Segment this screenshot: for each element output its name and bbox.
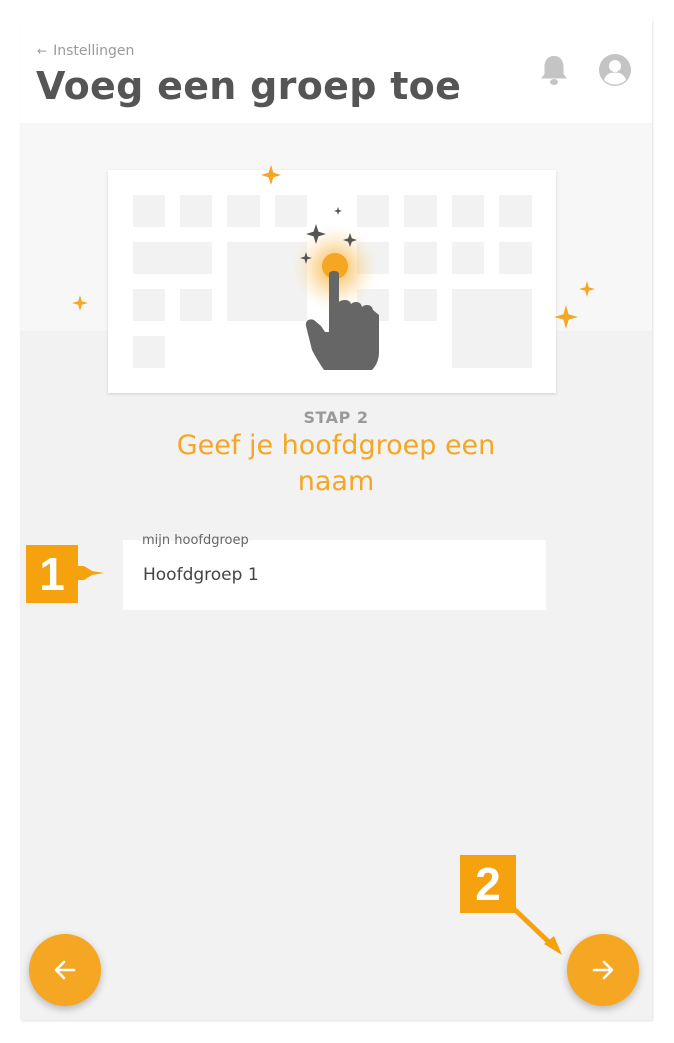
- group-name-label: mijn hoofdgroep: [139, 533, 252, 548]
- arrow-left-icon: [54, 960, 76, 980]
- step-heading: Geef je hoofdgroep een naam: [176, 430, 496, 497]
- next-step-button[interactable]: [567, 934, 639, 1006]
- group-name-field: mijn hoofdgroep: [123, 533, 546, 610]
- group-name-input[interactable]: [143, 560, 523, 590]
- callout-badge-2: 2: [460, 855, 516, 913]
- previous-step-button[interactable]: [29, 934, 101, 1006]
- app-screen: ← Instellingen Voeg een groep toe STAP 2…: [20, 20, 652, 1020]
- pointing-hand-illustration: [72, 165, 595, 393]
- step-label: STAP 2: [303, 408, 369, 427]
- callout-badge-1: 1: [26, 545, 78, 603]
- arrow-right-icon: [592, 960, 614, 980]
